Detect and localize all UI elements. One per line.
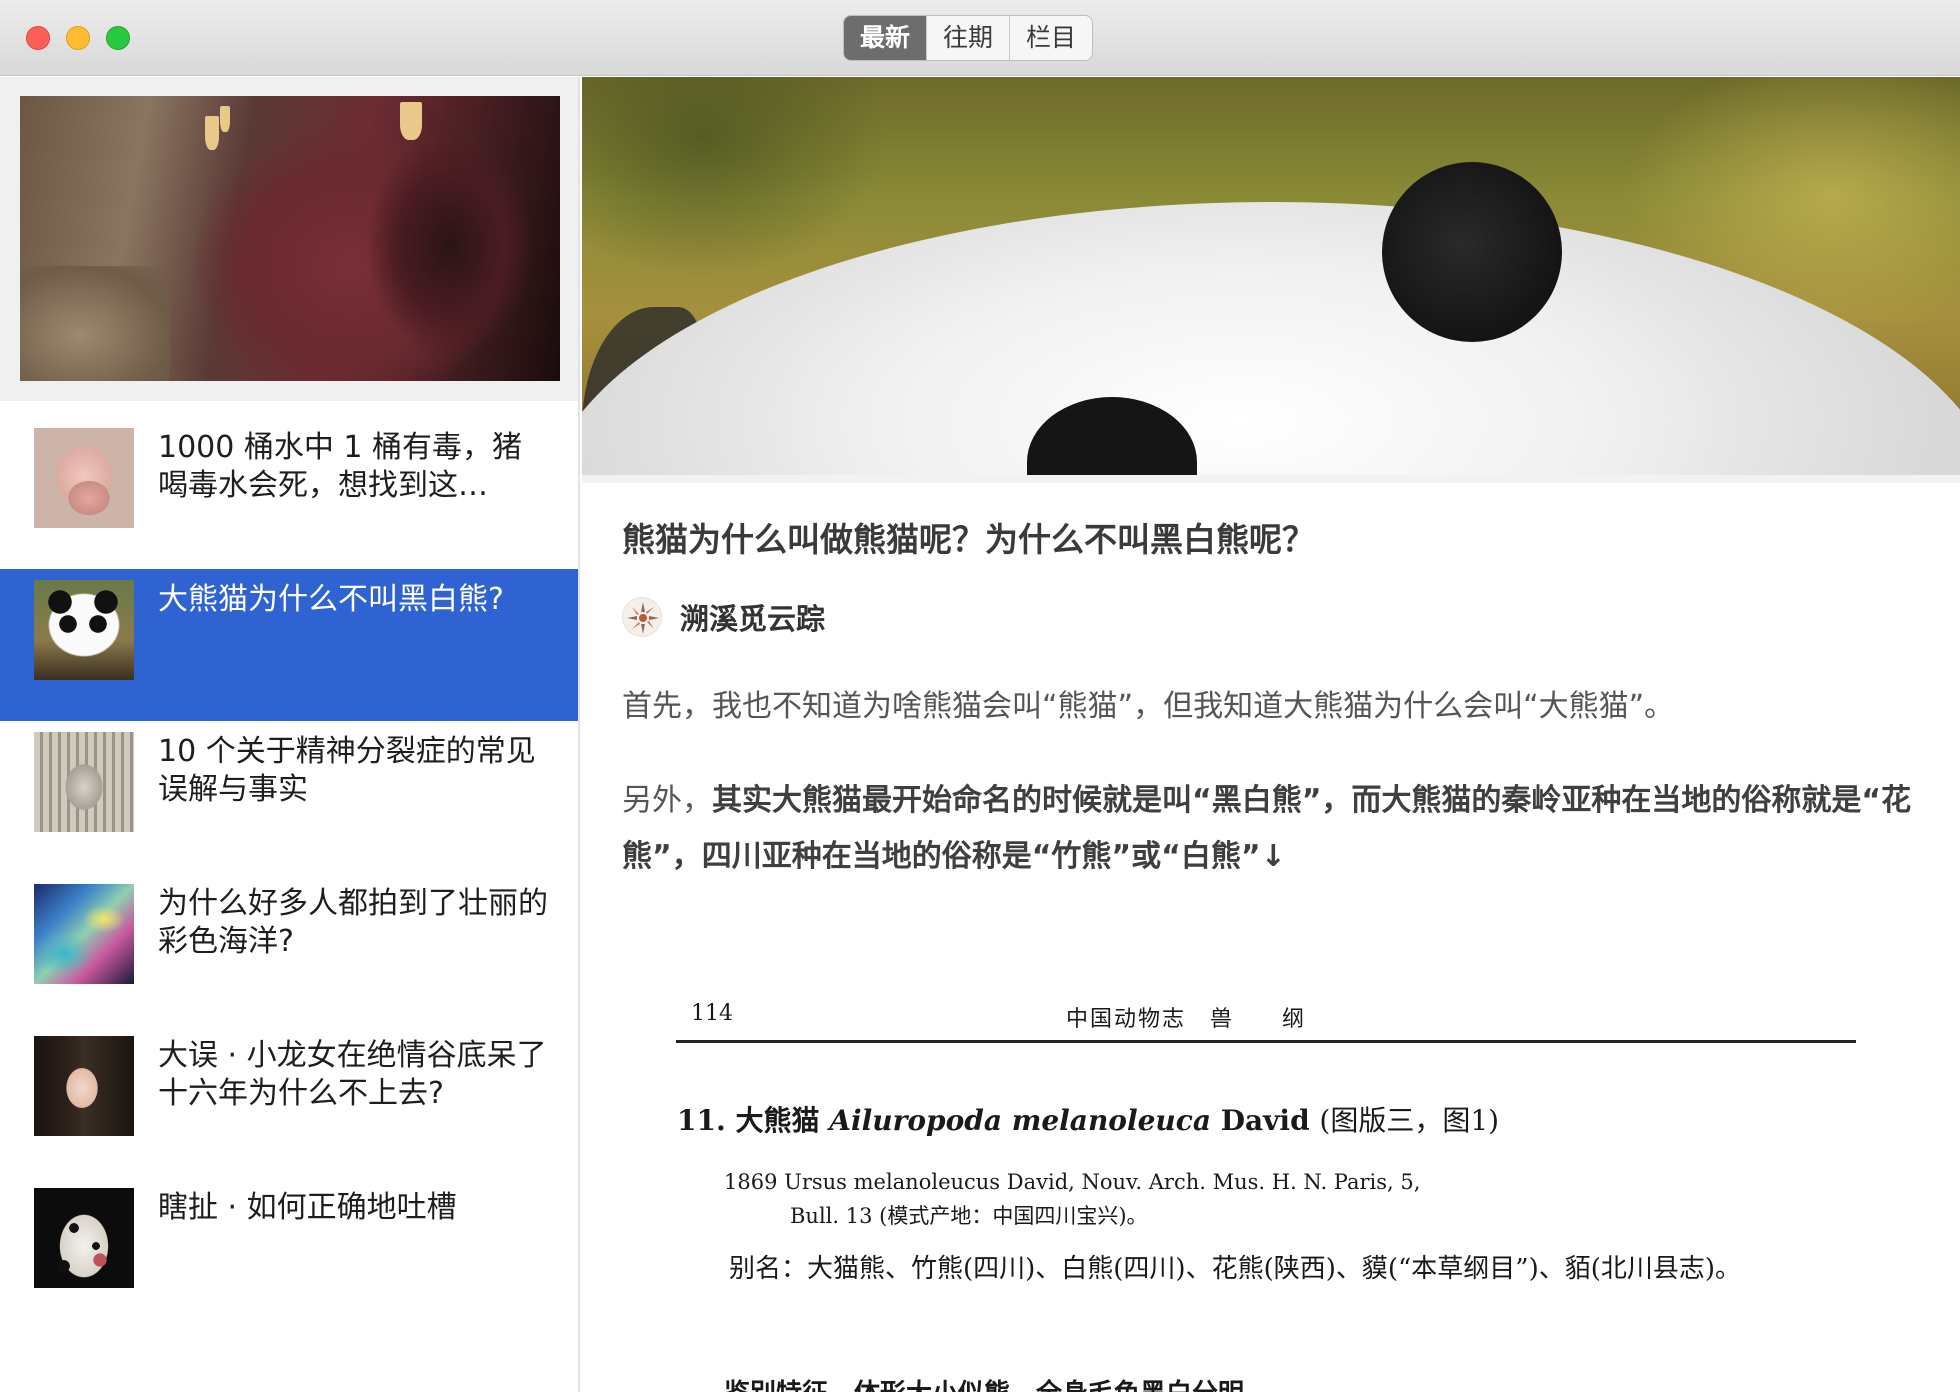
- segment-latest[interactable]: 最新: [844, 16, 927, 60]
- scan-alias: 别名：大猫熊、竹熊(四川)、白熊(四川)、花熊(陕西)、貘(“本草纲目”)、貊(…: [729, 1254, 1742, 1284]
- scan-rule: [676, 1040, 1856, 1043]
- actress-thumbnail: [34, 1036, 134, 1136]
- article-header-image: [582, 77, 1960, 477]
- carved-face-thumbnail: [34, 732, 134, 832]
- title-bar: 最新 往期 栏目: [0, 0, 1960, 76]
- article-view: 熊猫为什么叫做熊猫呢？为什么不叫黑白熊呢？ 溯溪觅云踪 首先，我也不知道为啥熊猫…: [582, 77, 1960, 1392]
- author-row: 溯溪觅云踪: [622, 595, 825, 639]
- list-item[interactable]: 为什么好多人都拍到了壮丽的彩色海洋?: [0, 873, 578, 1025]
- scan-heading-note: (图版三，图1): [1319, 1104, 1500, 1137]
- scan-page-number: 114: [691, 1001, 733, 1026]
- scan-synonym-line: Bull. 13 (模式产地：中国四川宝兴)。: [790, 1204, 1148, 1228]
- scanned-book-page-image: 114 中国动物志 兽 纲 11. 大熊猫 Ailuropoda melanol…: [624, 983, 1924, 1392]
- scan-heading-latin: Ailuropoda melanoleuca: [829, 1104, 1211, 1137]
- article-body: 熊猫为什么叫做熊猫呢？为什么不叫黑白熊呢？ 溯溪觅云踪 首先，我也不知道为啥熊猫…: [622, 517, 1922, 874]
- scan-heading-author: David: [1220, 1104, 1310, 1137]
- panda-thumbnail: [34, 580, 134, 680]
- list-item-title: 为什么好多人都拍到了壮丽的彩色海洋?: [158, 886, 548, 959]
- segment-past[interactable]: 往期: [926, 16, 1009, 60]
- featured-story[interactable]: [0, 77, 578, 401]
- pig-thumbnail: [34, 428, 134, 528]
- dalmatian-thumbnail: [34, 1188, 134, 1288]
- colorful-ocean-thumbnail: [34, 884, 134, 984]
- list-item[interactable]: 瞎扯 · 如何正确地吐槽: [0, 1177, 578, 1329]
- scan-running-head: 中国动物志 兽 纲: [1066, 1007, 1307, 1032]
- app-window: 最新 往期 栏目 1000 桶水中 1 桶有毒，猪喝毒水会死，想找到这… 大熊猫…: [0, 0, 1960, 1392]
- list-item-title: 大熊猫为什么不叫黑白熊?: [158, 582, 504, 617]
- scan-synonym-line: 1869 Ursus melanoleucus David, Nouv. Arc…: [724, 1170, 1421, 1194]
- story-list: 1000 桶水中 1 桶有毒，猪喝毒水会死，想找到这… 大熊猫为什么不叫黑白熊?…: [0, 417, 578, 1329]
- article-paragraph: 首先，我也不知道为啥熊猫会叫“熊猫”，但我知道大熊猫为什么会叫“大熊猫”。: [622, 689, 1675, 724]
- scan-header: 114 中国动物志 兽 纲: [691, 1001, 1851, 1032]
- list-item[interactable]: 1000 桶水中 1 桶有毒，猪喝毒水会死，想找到这…: [0, 417, 578, 569]
- story-list-sidebar: 1000 桶水中 1 桶有毒，猪喝毒水会死，想找到这… 大熊猫为什么不叫黑白熊?…: [0, 77, 580, 1392]
- scan-synonym: 1869 Ursus melanoleucus David, Nouv. Arc…: [724, 1165, 1420, 1233]
- scan-cut-text: 鉴别特征 体形大小似熊，全身毛色黑白分明: [724, 1373, 1244, 1392]
- maximize-window-button[interactable]: [106, 26, 130, 50]
- scan-species-heading: 11. 大熊猫 Ailuropoda melanoleuca David (图版…: [677, 1099, 1499, 1139]
- featured-story-image: [20, 96, 560, 381]
- author-avatar: [622, 597, 662, 637]
- author-name: 溯溪觅云踪: [680, 602, 826, 636]
- article-title: 熊猫为什么叫做熊猫呢？为什么不叫黑白熊呢？: [622, 520, 1315, 559]
- list-item-title: 瞎扯 · 如何正确地吐槽: [158, 1190, 457, 1225]
- list-item-title: 10 个关于精神分裂症的常见误解与事实: [158, 734, 536, 807]
- section-segmented-control: 最新 往期 栏目: [843, 15, 1094, 61]
- list-item-title: 1000 桶水中 1 桶有毒，猪喝毒水会死，想找到这…: [158, 430, 523, 503]
- paragraph-bold: 其实大熊猫最开始命名的时候就是叫“黑白熊”，而大熊猫的秦岭亚种在当地的俗称就是“…: [622, 783, 1912, 874]
- scan-heading-cn: 11. 大熊猫: [677, 1104, 820, 1137]
- list-item[interactable]: 10 个关于精神分裂症的常见误解与事实: [0, 721, 578, 873]
- close-window-button[interactable]: [26, 26, 50, 50]
- segment-columns[interactable]: 栏目: [1009, 16, 1092, 60]
- list-item[interactable]: 大熊猫为什么不叫黑白熊?: [0, 569, 578, 721]
- article-paragraph: 另外，其实大熊猫最开始命名的时候就是叫“黑白熊”，而大熊猫的秦岭亚种在当地的俗称…: [622, 773, 1922, 885]
- minimize-window-button[interactable]: [66, 26, 90, 50]
- list-item-title: 大误 · 小龙女在绝情谷底呆了十六年为什么不上去?: [158, 1038, 547, 1111]
- list-item[interactable]: 大误 · 小龙女在绝情谷底呆了十六年为什么不上去?: [0, 1025, 578, 1177]
- paragraph-lead: 另外，: [622, 783, 712, 818]
